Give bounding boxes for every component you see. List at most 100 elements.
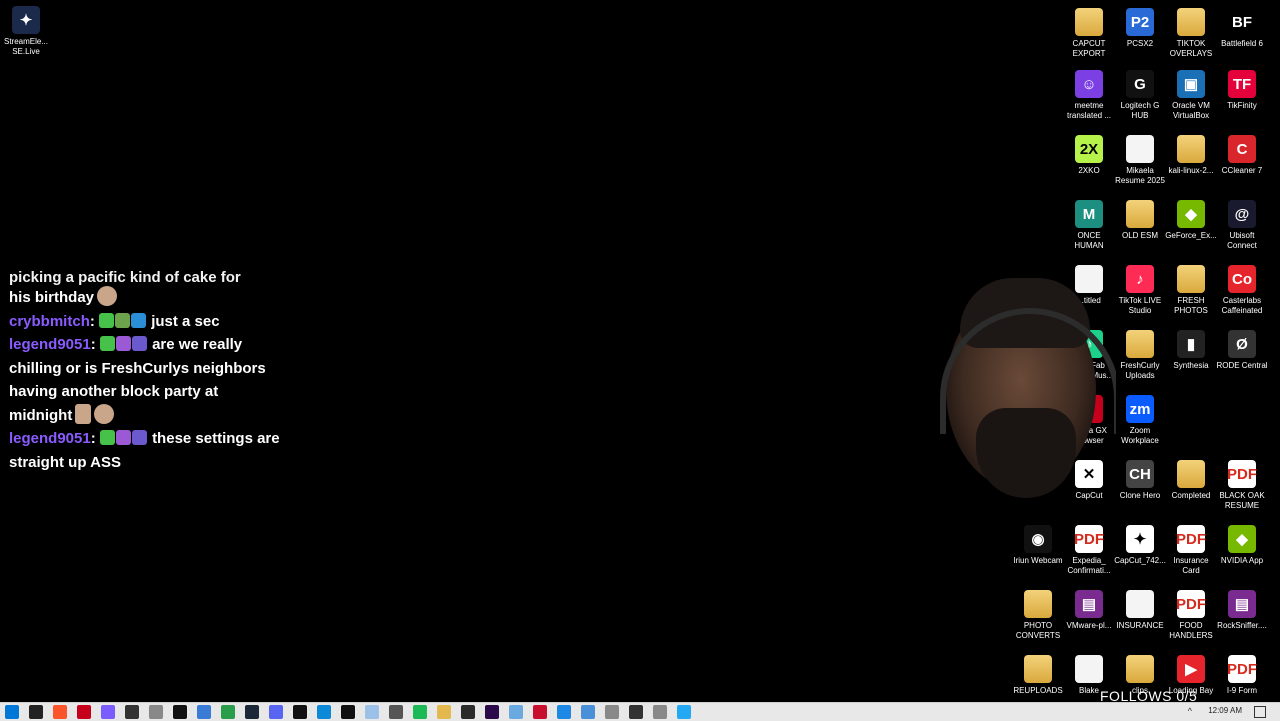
- desktop-icon-i9form[interactable]: PDF I-9 Form: [1216, 655, 1268, 696]
- desktop-icon-tiktok-overlays[interactable]: TIKTOK OVERLAYS: [1165, 8, 1217, 59]
- notification-icon[interactable]: [1254, 706, 1266, 718]
- desktop-icon-expedia[interactable]: PDF Expedia_ Confirmati...: [1063, 525, 1115, 576]
- taskbar-settings-icon[interactable]: [389, 705, 403, 719]
- desktop-icon-zoom[interactable]: zm Zoom Workplace: [1114, 395, 1166, 446]
- subscriber-badge-icon: [131, 430, 147, 445]
- taskbar-clock[interactable]: 12:09 AM: [1208, 706, 1242, 715]
- desktop-icon-freshphotos[interactable]: FRESH PHOTOS: [1165, 265, 1217, 316]
- desktop-icon-geforce[interactable]: ◆ GeForce_Ex...: [1165, 200, 1217, 241]
- taskbar-app-icon[interactable]: [149, 705, 163, 719]
- taskbar-obs-icon[interactable]: [629, 705, 643, 719]
- desktop-icon-label: Completed: [1171, 491, 1211, 500]
- desktop-icon-ccleaner[interactable]: C CCleaner 7: [1216, 135, 1268, 176]
- desktop-icon-photoconverts[interactable]: PHOTO CONVERTS: [1012, 590, 1064, 641]
- desktop-icon-insurancecard[interactable]: PDF Insurance Card: [1165, 525, 1217, 576]
- desktop-icon-logitech[interactable]: G Logitech G HUB: [1114, 70, 1166, 121]
- 2xko-icon: 2X: [1075, 135, 1103, 163]
- desktop-icon-foodhandlers[interactable]: PDF FOOD HANDLERS: [1165, 590, 1217, 641]
- pdf-icon: PDF: [1176, 590, 1206, 618]
- chat-message: his birthday: [9, 286, 284, 310]
- desktop-icon-tikfinity[interactable]: TF TikFinity: [1216, 70, 1268, 111]
- taskbar-spotify-icon[interactable]: [413, 705, 427, 719]
- taskbar-app-icon[interactable]: [653, 705, 667, 719]
- desktop-icon-capcut742[interactable]: ✦ CapCut_742...: [1114, 525, 1166, 566]
- taskbar-files-icon[interactable]: [197, 705, 211, 719]
- desktop-icon-blackoak[interactable]: PDF BLACK OAK RESUME: [1216, 460, 1268, 511]
- desktop-icon-tiktoklive[interactable]: ♪ TikTok LIVE Studio: [1114, 265, 1166, 316]
- pdf-icon: PDF: [1227, 460, 1257, 488]
- desktop-icon-vmware[interactable]: ▤ VMware-pl...: [1063, 590, 1115, 631]
- taskbar-vscode-icon[interactable]: [677, 705, 691, 719]
- desktop-icon-label: CapCut_742...: [1114, 556, 1166, 565]
- taskbar-discord-icon[interactable]: [269, 705, 283, 719]
- clover-badge-icon: [115, 312, 131, 328]
- desktop-icon-completed[interactable]: Completed: [1165, 460, 1217, 501]
- desktop-icon-label: CAPCUT EXPORT: [1072, 39, 1106, 58]
- desktop-icon-label: StreamEle... SE.Live: [3, 37, 48, 56]
- taskbar-photos-icon[interactable]: [509, 705, 523, 719]
- desktop-icon-rode[interactable]: Ø RODE Central: [1216, 330, 1268, 371]
- taskbar-search-icon[interactable]: [29, 705, 43, 719]
- desktop-icon-kali[interactable]: kali-linux-2...: [1165, 135, 1217, 176]
- taskbar-explorer-icon[interactable]: [557, 705, 571, 719]
- desktop-icon-label: meetme translated ...: [1066, 101, 1112, 120]
- folder-icon: [1126, 330, 1154, 358]
- desktop-icon-mikaela[interactable]: Mikaela Resume 2025: [1114, 135, 1166, 186]
- desktop-icon-nvidia[interactable]: ◆ NVIDIA App: [1216, 525, 1268, 566]
- desktop-icon-oncehuman[interactable]: M ONCE HUMAN: [1063, 200, 1115, 251]
- desktop-icon-label: FreshCurly Uploads: [1120, 361, 1160, 380]
- taskbar-folder-icon[interactable]: [437, 705, 451, 719]
- desktop-icon-label: OLD ESM: [1121, 231, 1158, 240]
- taskbar-premiere-icon[interactable]: [485, 705, 499, 719]
- taskbar-opera-icon[interactable]: [77, 705, 91, 719]
- taskbar-app-icon[interactable]: [605, 705, 619, 719]
- desktop-icon-casterlabs[interactable]: Co Casterlabs Caffeinated: [1216, 265, 1268, 316]
- desktop-icon-insurance[interactable]: INSURANCE: [1114, 590, 1166, 631]
- folder-icon: [1126, 655, 1154, 683]
- system-tray-chevron-icon[interactable]: ^: [1188, 706, 1192, 716]
- desktop-icon-rocksniffer[interactable]: ▤ RockSniffer....: [1216, 590, 1268, 631]
- taskbar-zero-icon[interactable]: [533, 705, 547, 719]
- desktop-icon-virtualbox[interactable]: ▣ Oracle VM VirtualBox: [1165, 70, 1217, 121]
- chat-partial-line: picking a pacific kind of cake for: [9, 269, 241, 286]
- desktop-icon-reuploads[interactable]: REUPLOADS: [1012, 655, 1064, 696]
- pdf-icon: PDF: [1227, 655, 1257, 683]
- desktop-icon-oldesm[interactable]: OLD ESM: [1114, 200, 1166, 241]
- desktop-icon-iriun[interactable]: ◉ Iriun Webcam: [1012, 525, 1064, 566]
- taskbar-notepad-icon[interactable]: [365, 705, 379, 719]
- taskbar-steam-icon[interactable]: [245, 705, 259, 719]
- taskbar-obs-icon[interactable]: [125, 705, 139, 719]
- desktop-icon-label: kali-linux-2...: [1168, 166, 1214, 175]
- desktop-icon-label: INSURANCE: [1116, 621, 1164, 630]
- desktop-icon-battlefield6[interactable]: BF Battlefield 6: [1216, 8, 1268, 49]
- desktop-icon-streamelements[interactable]: ✦ StreamEle... SE.Live: [0, 6, 52, 57]
- taskbar-tiktok-icon[interactable]: [293, 705, 307, 719]
- desktop-icon-clonehero[interactable]: CH Clone Hero: [1114, 460, 1166, 501]
- desktop-icon-label: 2XKO: [1078, 166, 1100, 175]
- taskbar-edge-icon[interactable]: [317, 705, 331, 719]
- desktop-icon-capcut-export[interactable]: CAPCUT EXPORT: [1063, 8, 1115, 59]
- taskbar-streamlabs-icon[interactable]: [101, 705, 115, 719]
- desktop-icon-label: Battlefield 6: [1221, 39, 1263, 48]
- taskbar-tiktok-icon[interactable]: [173, 705, 187, 719]
- diamond-badge-icon: [115, 336, 131, 351]
- folder-icon: [1177, 8, 1205, 36]
- desktop-icon-ubisoft[interactable]: @ Ubisoft Connect: [1216, 200, 1268, 251]
- taskbar-chrome-icon[interactable]: [221, 705, 235, 719]
- synthesia-icon: ▮: [1177, 330, 1205, 358]
- desktop-icon-2xko[interactable]: 2X 2XKO: [1063, 135, 1115, 176]
- taskbar-capcut-icon[interactable]: [341, 705, 355, 719]
- desktop-icon-label: TIKTOK OVERLAYS: [1169, 39, 1213, 58]
- taskbar-brave-icon[interactable]: [53, 705, 67, 719]
- desktop-icon-label: Logitech G HUB: [1120, 101, 1160, 120]
- taskbar-docs-icon[interactable]: [581, 705, 595, 719]
- winrar-icon: ▤: [1075, 590, 1103, 618]
- desktop-icon-label: REUPLOADS: [1013, 686, 1063, 695]
- desktop-icon-freshcurly[interactable]: FreshCurly Uploads: [1114, 330, 1166, 381]
- chat-message: legend9051: are we really chilling or is…: [9, 336, 266, 424]
- desktop-icon-pcsx2[interactable]: P2 PCSX2: [1114, 8, 1166, 49]
- taskbar-start-icon[interactable]: [5, 705, 19, 719]
- taskbar-terminal-icon[interactable]: [461, 705, 475, 719]
- desktop-icon-meetme[interactable]: ☺ meetme translated ...: [1063, 70, 1115, 121]
- desktop-icon-synthesia[interactable]: ▮ Synthesia: [1165, 330, 1217, 371]
